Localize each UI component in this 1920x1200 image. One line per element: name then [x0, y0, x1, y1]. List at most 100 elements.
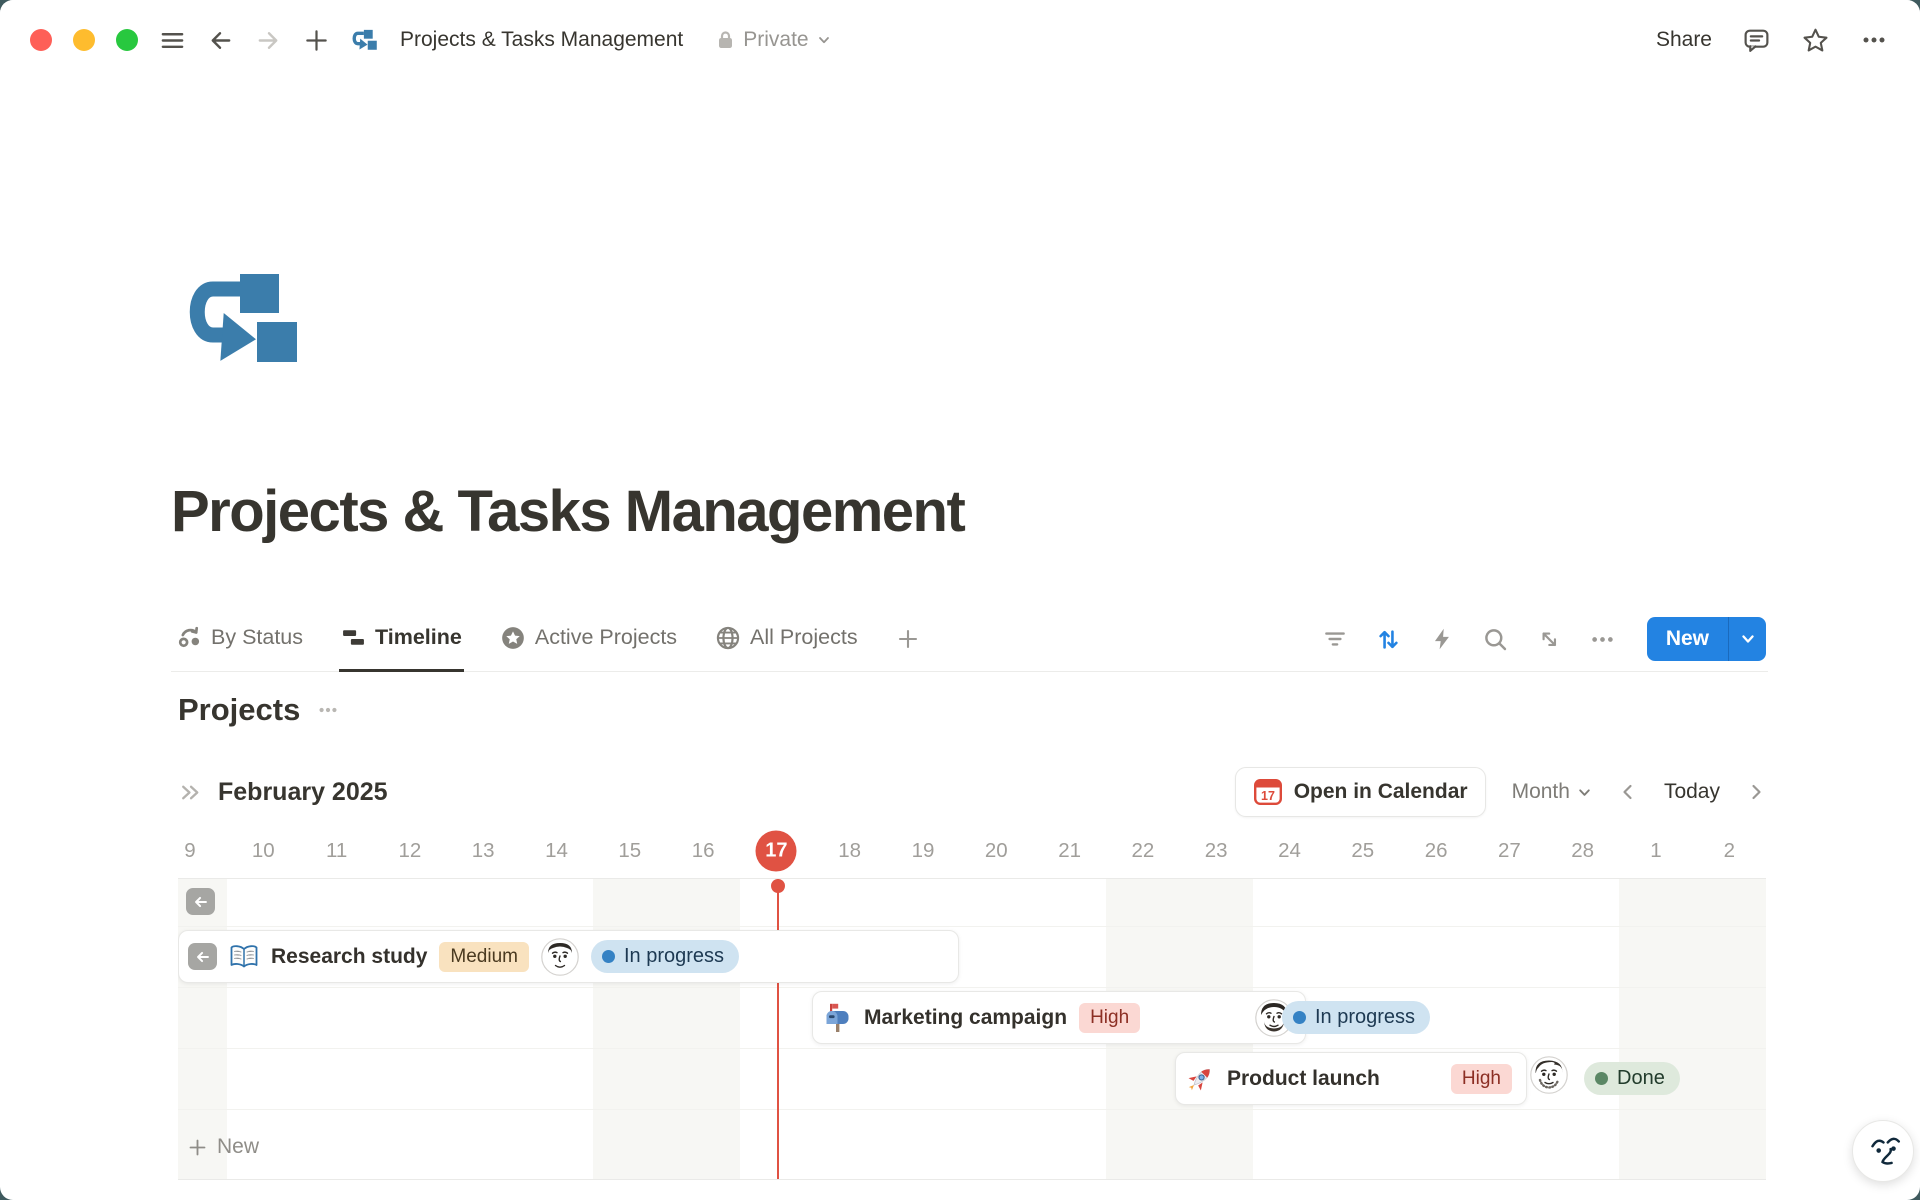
next-period-icon[interactable] [1746, 782, 1766, 802]
section-options-icon[interactable] [317, 699, 339, 721]
globe-icon [715, 625, 741, 651]
weekend-shading [178, 879, 227, 1179]
collapse-sidebar-icon[interactable] [178, 780, 203, 805]
calendar-icon: 17 [1253, 777, 1283, 807]
tab-all-projects[interactable]: All Projects [713, 606, 860, 672]
today-button[interactable]: Today [1664, 780, 1720, 804]
svg-text:17: 17 [1261, 789, 1275, 803]
row-divider [178, 1109, 1766, 1110]
date-label: 26 [1425, 839, 1448, 863]
window-zoom-button[interactable] [116, 29, 138, 51]
previous-period-icon[interactable] [1618, 782, 1638, 802]
privacy-dropdown[interactable]: Private [716, 28, 830, 52]
timeline-controls: February 2025 17 Open in Calendar Month … [178, 766, 1766, 818]
date-label-today: 17 [756, 831, 797, 872]
add-view-button[interactable] [894, 606, 922, 672]
status-pill[interactable]: In progress [591, 940, 739, 973]
doodle-face-button[interactable] [1852, 1120, 1914, 1182]
row-divider [178, 987, 1766, 988]
project-emoji-icon [822, 1003, 852, 1033]
star-circle-icon [500, 625, 526, 651]
date-label: 21 [1058, 839, 1081, 863]
new-button-dropdown[interactable] [1728, 617, 1766, 661]
priority-badge[interactable]: High [1079, 1003, 1140, 1033]
project-bar[interactable]: Research study Medium In progress [178, 930, 959, 983]
forward-arrow-icon[interactable] [255, 27, 282, 54]
arrow-left-icon [194, 948, 212, 966]
open-in-calendar-label: Open in Calendar [1294, 780, 1468, 804]
sort-icon[interactable] [1375, 626, 1402, 653]
date-label: 13 [472, 839, 495, 863]
plus-icon [187, 1137, 208, 1158]
priority-badge[interactable]: Medium [439, 942, 529, 972]
tab-label: Active Projects [535, 625, 677, 650]
section-title: Projects [178, 692, 300, 728]
timeline-scale-dropdown[interactable]: Month [1512, 780, 1592, 804]
scroll-left-chip[interactable] [188, 943, 217, 970]
page-logo-icon[interactable] [183, 272, 298, 370]
hamburger-menu-icon[interactable] [159, 27, 186, 54]
plus-icon [896, 627, 920, 651]
new-tab-plus-icon[interactable] [303, 27, 330, 54]
scale-label: Month [1512, 780, 1570, 804]
chevron-down-icon [817, 33, 831, 47]
date-label: 20 [985, 839, 1008, 863]
open-in-calendar-button[interactable]: 17 Open in Calendar [1235, 767, 1486, 817]
new-button[interactable]: New [1647, 617, 1766, 661]
date-label: 9 [184, 839, 195, 863]
date-label: 19 [912, 839, 935, 863]
tab-label: All Projects [750, 625, 858, 650]
today-marker-line [777, 879, 779, 1179]
project-bar[interactable]: Product launch High [1175, 1052, 1527, 1105]
automations-lightning-icon[interactable] [1429, 626, 1455, 652]
expand-view-icon[interactable] [1536, 626, 1562, 652]
doodle-face-icon [1862, 1130, 1904, 1172]
lock-icon [716, 30, 735, 51]
scroll-left-chip[interactable] [186, 888, 215, 915]
status-pill[interactable]: In progress [1282, 1001, 1430, 1034]
assignee-avatar[interactable] [541, 938, 579, 976]
assignee-avatar[interactable] [1530, 1056, 1568, 1094]
window-minimize-button[interactable] [73, 29, 95, 51]
project-emoji-icon [229, 942, 259, 972]
date-label: 28 [1571, 839, 1594, 863]
project-title: Product launch [1227, 1067, 1380, 1091]
month-label: February 2025 [218, 778, 388, 807]
filter-icon[interactable] [1322, 626, 1348, 652]
timeline-canvas: New Research study Medium In progressIn … [178, 878, 1766, 1180]
tab-timeline[interactable]: Timeline [339, 606, 464, 672]
new-button-label[interactable]: New [1647, 617, 1728, 661]
project-bar[interactable]: Marketing campaign High [812, 991, 1306, 1044]
date-label: 15 [618, 839, 641, 863]
weekend-shading [1619, 879, 1692, 1179]
share-button[interactable]: Share [1656, 28, 1712, 52]
date-label: 23 [1205, 839, 1228, 863]
chevron-down-icon [1740, 631, 1756, 647]
add-timeline-item-button[interactable]: New [187, 1135, 259, 1159]
row-divider [178, 926, 1766, 927]
status-dot-icon [1293, 1011, 1306, 1024]
app-window: Projects & Tasks Management Private Shar… [0, 0, 1920, 1200]
chevron-down-icon [1577, 785, 1592, 800]
tab-active-projects[interactable]: Active Projects [498, 606, 679, 672]
status-pill[interactable]: Done [1584, 1062, 1680, 1095]
priority-badge[interactable]: High [1451, 1064, 1512, 1094]
row-divider [178, 1048, 1766, 1049]
favorite-star-icon[interactable] [1801, 26, 1830, 55]
status-label: In progress [1315, 1006, 1415, 1029]
comments-icon[interactable] [1742, 26, 1771, 55]
today-marker-dot-icon [771, 879, 785, 893]
tab-by-status[interactable]: By Status [175, 606, 305, 672]
titlebar: Projects & Tasks Management Private Shar… [0, 0, 1920, 80]
date-label: 18 [838, 839, 861, 863]
more-options-icon[interactable] [1860, 26, 1888, 54]
page-title: Projects & Tasks Management [171, 478, 964, 545]
weekend-shading [666, 879, 739, 1179]
search-icon[interactable] [1482, 626, 1509, 653]
tab-label: Timeline [375, 625, 462, 650]
back-arrow-icon[interactable] [207, 27, 234, 54]
window-close-button[interactable] [30, 29, 52, 51]
date-label: 16 [692, 839, 715, 863]
view-options-icon[interactable] [1589, 626, 1616, 653]
mailbox-icon [822, 1003, 852, 1033]
